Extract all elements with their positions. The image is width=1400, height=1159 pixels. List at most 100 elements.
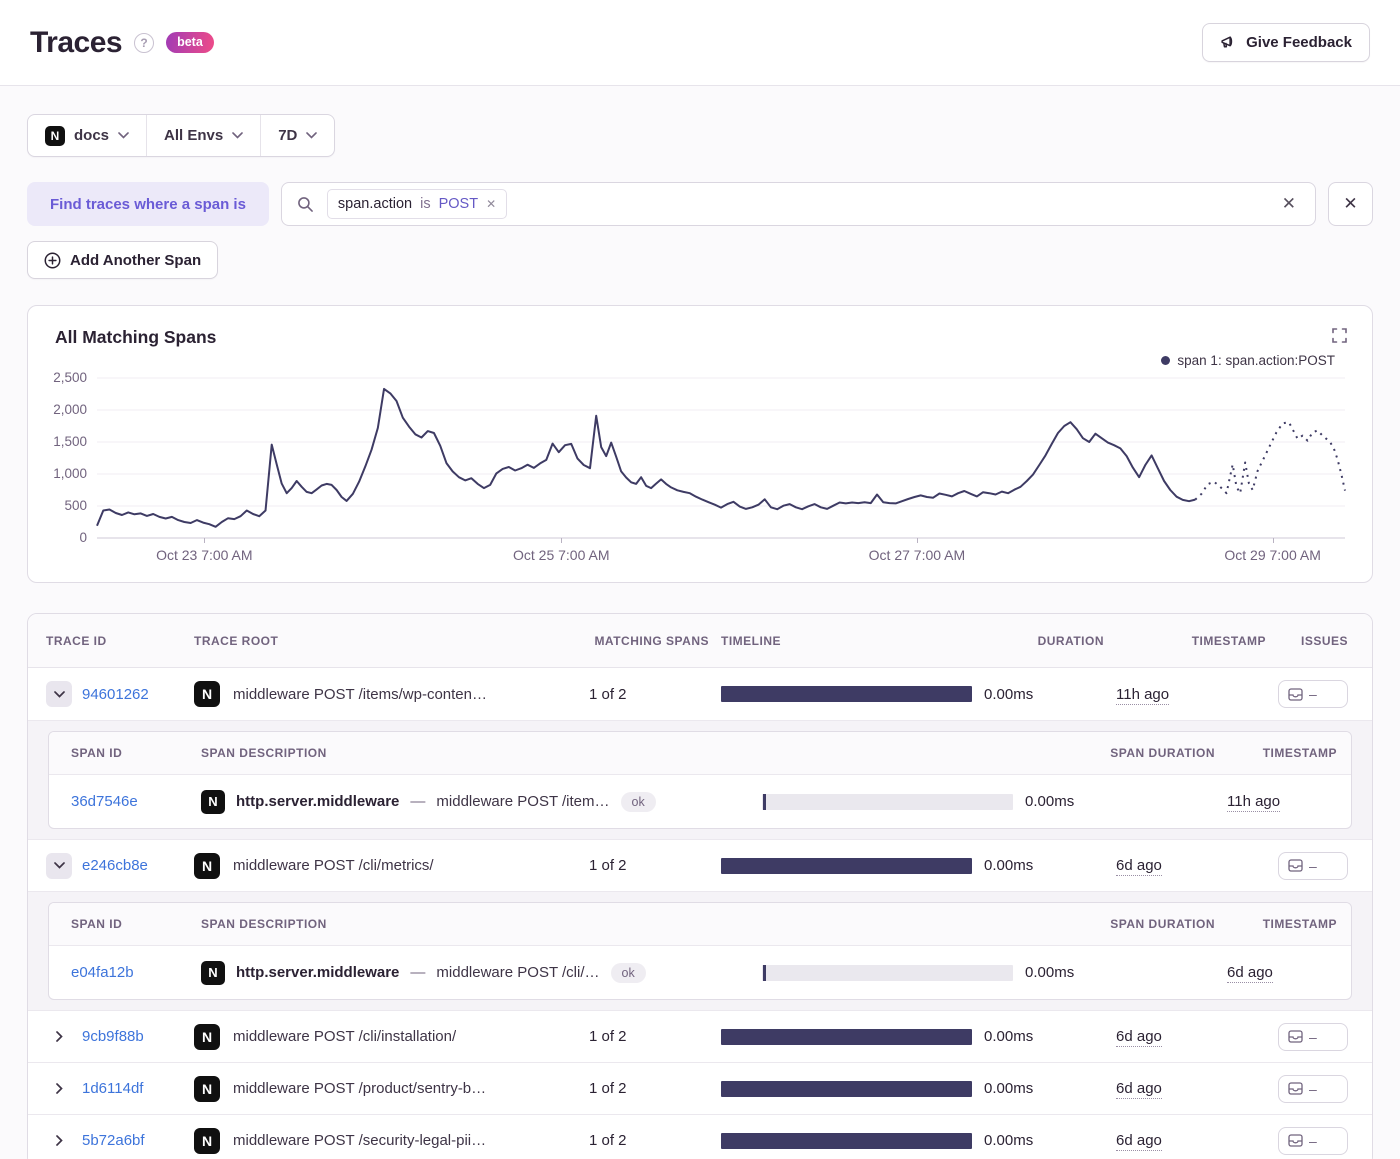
col-span-timestamp: Timestamp [1262,746,1337,760]
issue-box-icon [1288,1030,1303,1043]
token-remove-icon[interactable]: ✕ [486,197,496,211]
give-feedback-button[interactable]: Give Feedback [1202,23,1370,62]
chevron-down-icon [306,132,318,139]
col-span-duration: Span Duration [1110,746,1215,760]
nextjs-icon: N [194,1075,220,1102]
issues-button[interactable]: – [1278,1074,1348,1103]
issues-button[interactable]: – [1278,851,1348,880]
span-search-input[interactable]: span.action is POST ✕ ✕ [280,182,1316,226]
trace-id-link[interactable]: 1d6114df [82,1080,143,1097]
project-selector[interactable]: N docs [28,115,146,156]
table-row: 5b72a6bf N middleware POST /security-leg… [28,1114,1372,1159]
legend-dot [1161,356,1171,365]
trace-id-link[interactable]: 9cb9f88b [82,1028,144,1045]
trace-root-label: middleware POST /product/sentry-b… [233,1080,487,1097]
span-timeline-track [762,964,1013,981]
date-range-selector[interactable]: 7D [260,115,334,156]
table-row: 94601262 N middleware POST /items/wp-con… [28,668,1372,720]
trace-id-link[interactable]: e246cb8e [82,857,148,874]
separator: — [410,793,426,810]
environment-label: All Envs [164,127,224,144]
timeline-bar [721,1132,972,1149]
token-key: span.action [337,196,413,212]
timestamp-value[interactable]: 6d ago [1116,1080,1266,1099]
col-matching-spans: Matching Spans [594,633,709,648]
help-icon[interactable]: ? [134,32,155,53]
timestamp-value[interactable]: 11h ago [1116,685,1266,705]
project-label: docs [74,127,110,144]
remove-span-filter-button[interactable]: ✕ [1328,182,1373,226]
issue-box-icon [1288,687,1303,701]
megaphone-icon [1221,36,1233,48]
search-token[interactable]: span.action is POST ✕ [326,189,508,219]
search-icon [298,196,313,212]
timestamp-value[interactable]: 6d ago [1116,1132,1266,1151]
span-timestamp-value[interactable]: 6d ago [1227,964,1337,983]
token-value: POST [438,196,479,212]
nextjs-icon: N [45,125,65,146]
plus-circle-icon [44,252,61,268]
expand-row-button[interactable] [46,1024,72,1050]
fullscreen-icon[interactable] [1332,328,1347,343]
trace-root-label: middleware POST /cli/installation/ [233,1028,457,1045]
issues-count: – [1309,1080,1317,1097]
timestamp-value[interactable]: 6d ago [1116,857,1266,876]
matching-spans-value: 1 of 2 [589,857,627,874]
issues-button[interactable]: – [1278,680,1348,708]
separator: — [410,964,426,981]
col-issues: Issues [1300,633,1348,648]
timeline-bar [721,857,972,874]
timeline-bar [721,1080,972,1097]
table-row: 1d6114df N middleware POST /product/sent… [28,1062,1372,1114]
nextjs-icon: N [194,852,220,879]
all-matching-spans-panel: All Matching Spans span 1: span.action:P… [27,305,1373,583]
span-subtable: Span ID Span Description Span Duration T… [48,731,1352,829]
add-another-span-label: Add Another Span [70,251,202,269]
chevron-down-icon [53,862,65,869]
duration-value: 0.00ms [984,1028,1034,1045]
col-span-timestamp: Timestamp [1262,917,1337,931]
issues-count: – [1309,1132,1317,1149]
col-span-description: Span Description [201,746,327,760]
collapse-row-button[interactable] [46,681,72,707]
span-timeline-tick [763,793,766,810]
page-title: Traces [30,25,123,59]
span-op: http.server.middleware [236,964,400,981]
span-timestamp-value[interactable]: 11h ago [1227,793,1337,812]
matching-spans-value: 1 of 2 [589,1132,627,1149]
chevron-right-icon [55,1135,63,1146]
collapse-row-button[interactable] [46,852,72,879]
expand-row-button[interactable] [46,1128,72,1154]
col-trace-id: Trace ID [46,633,107,648]
timeline-bar [721,686,972,702]
span-description: middleware POST /cli/… [436,964,600,981]
trace-root-label: middleware POST /security-legal-pii… [233,1132,487,1149]
trace-id-link[interactable]: 5b72a6bf [82,1132,145,1149]
span-op: http.server.middleware [236,793,400,810]
spans-chart-plot [97,378,1345,538]
expand-row-button[interactable] [46,1076,72,1102]
col-span-id: Span ID [71,917,123,931]
chevron-down-icon [118,132,129,139]
span-subtable-header: Span ID Span Description Span Duration T… [49,903,1351,946]
span-subtable-wrap: Span ID Span Description Span Duration T… [28,720,1372,839]
span-row: e04fa12b N http.server.middleware — midd… [49,946,1351,999]
span-id-link[interactable]: 36d7546e [71,793,189,810]
chart-legend[interactable]: span 1: span.action:POST [1161,353,1335,368]
span-status-badge: ok [620,791,656,812]
issues-count: – [1309,857,1317,874]
nextjs-icon: N [194,1023,220,1050]
chevron-down-icon [53,690,65,698]
add-another-span-button[interactable]: Add Another Span [27,241,219,279]
col-duration: Duration [1037,633,1104,648]
issues-button[interactable]: – [1278,1126,1348,1155]
timestamp-value[interactable]: 6d ago [1116,1028,1266,1047]
environment-selector[interactable]: All Envs [146,115,260,156]
col-timeline: Timeline [721,633,781,648]
search-clear-icon[interactable]: ✕ [1278,190,1300,218]
issues-button[interactable]: – [1278,1022,1348,1051]
trace-id-link[interactable]: 94601262 [82,686,149,703]
span-id-link[interactable]: e04fa12b [71,964,189,981]
nextjs-icon: N [194,681,220,707]
top-bar: Traces ? beta Give Feedback [0,0,1400,86]
